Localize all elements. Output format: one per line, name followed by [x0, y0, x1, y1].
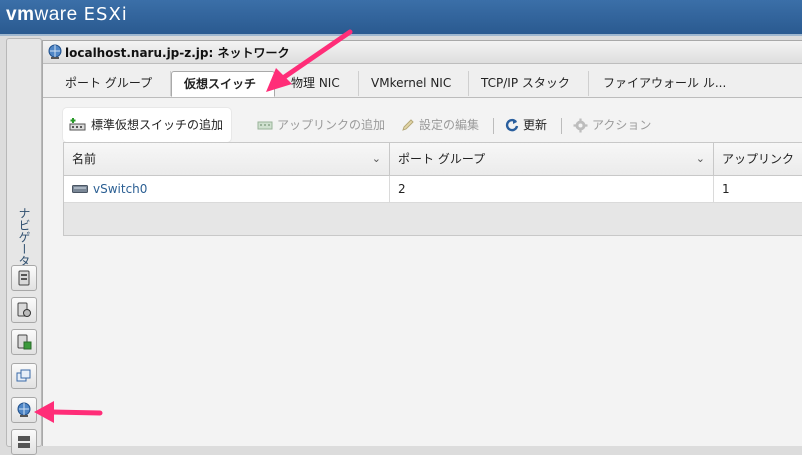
pencil-icon	[402, 119, 414, 131]
tab-vmkernel-nics[interactable]: VMkernel NIC	[359, 71, 469, 96]
vswitch-icon	[72, 185, 88, 193]
refresh-label: 更新	[523, 118, 548, 132]
tab-firewall-rules[interactable]: ファイアウォール ル...	[591, 71, 751, 96]
networking-panel: localhost.naru.jp-z.jp: ネットワーク ポート グループ …	[42, 40, 802, 446]
table-header: 名前 ⌄ ポート グループ ⌄ アップリンク	[64, 143, 802, 176]
virtual-machines-icon	[16, 369, 31, 382]
uplinks-cell: 1	[722, 182, 730, 196]
chevron-down-icon[interactable]: ⌄	[696, 143, 705, 175]
add-standard-vswitch-label: 標準仮想スイッチの追加	[91, 118, 224, 132]
networking-icon	[17, 402, 31, 417]
refresh-icon	[505, 118, 519, 132]
edit-settings-label: 設定の編集	[419, 118, 480, 132]
tab-virtual-switches[interactable]: 仮想スイッチ	[171, 71, 275, 97]
tab-port-groups[interactable]: ポート グループ	[53, 71, 171, 96]
virtual-machines-button[interactable]	[11, 363, 37, 389]
vmware-esxi-logo: vmware ESXi	[6, 4, 128, 25]
add-uplink-icon	[257, 121, 273, 130]
navigator-panel: ナビゲータ	[6, 38, 42, 455]
storage-button[interactable]	[11, 429, 37, 455]
host-monitor-icon	[17, 334, 32, 350]
host-manage-icon	[17, 302, 31, 317]
add-standard-vswitch-button[interactable]: 標準仮想スイッチの追加	[63, 108, 232, 142]
app-header: vmware ESXi	[0, 0, 802, 34]
table-footer	[64, 203, 802, 235]
host-icon	[18, 270, 30, 286]
add-uplink-label: アップリンクの追加	[277, 118, 386, 132]
actions-button[interactable]: アクション	[573, 114, 651, 136]
tab-physical-nics[interactable]: 物理 NIC	[279, 71, 359, 96]
vswitch-table: 名前 ⌄ ポート グループ ⌄ アップリンク vSwitch0 2 1	[63, 142, 802, 236]
gear-icon	[573, 118, 588, 132]
navigator-label: ナビゲータ	[17, 207, 31, 267]
host-button[interactable]	[11, 265, 37, 291]
refresh-button[interactable]: 更新	[505, 114, 547, 136]
column-header-port-groups[interactable]: ポート グループ ⌄	[390, 143, 714, 175]
actions-label: アクション	[592, 118, 652, 132]
panel-titlebar: localhost.naru.jp-z.jp: ネットワーク	[43, 41, 802, 64]
panel-title: localhost.naru.jp-z.jp: ネットワーク	[65, 46, 290, 60]
port-groups-cell: 2	[390, 176, 714, 202]
monitor-button[interactable]	[11, 329, 37, 355]
column-header-name[interactable]: 名前 ⌄	[64, 143, 390, 175]
toolbar-separator	[493, 118, 494, 134]
tab-tcpip-stacks[interactable]: TCP/IP スタック	[469, 71, 589, 96]
toolbar-separator	[561, 118, 562, 134]
chevron-down-icon[interactable]: ⌄	[372, 143, 381, 175]
edit-settings-button[interactable]: 設定の編集	[401, 114, 479, 136]
header-divider	[0, 34, 802, 36]
networking-button[interactable]	[11, 397, 37, 423]
storage-icon	[18, 436, 30, 448]
table-row[interactable]: vSwitch0 2 1	[64, 176, 802, 203]
toolbar: 標準仮想スイッチの追加 アップリンクの追加 設定の編集 更新 アクション	[63, 108, 802, 142]
vswitch-name-cell[interactable]: vSwitch0	[64, 176, 390, 202]
add-uplink-button[interactable]: アップリンクの追加	[257, 114, 385, 136]
networking-icon	[48, 44, 62, 59]
manage-button[interactable]	[11, 297, 37, 323]
content-area: 標準仮想スイッチの追加 アップリンクの追加 設定の編集 更新 アクション 名前 …	[43, 98, 802, 446]
tab-bar: ポート グループ 仮想スイッチ 物理 NIC VMkernel NIC TCP/…	[43, 71, 802, 98]
column-header-uplinks[interactable]: アップリンク	[714, 143, 802, 175]
add-switch-icon	[69, 118, 86, 131]
